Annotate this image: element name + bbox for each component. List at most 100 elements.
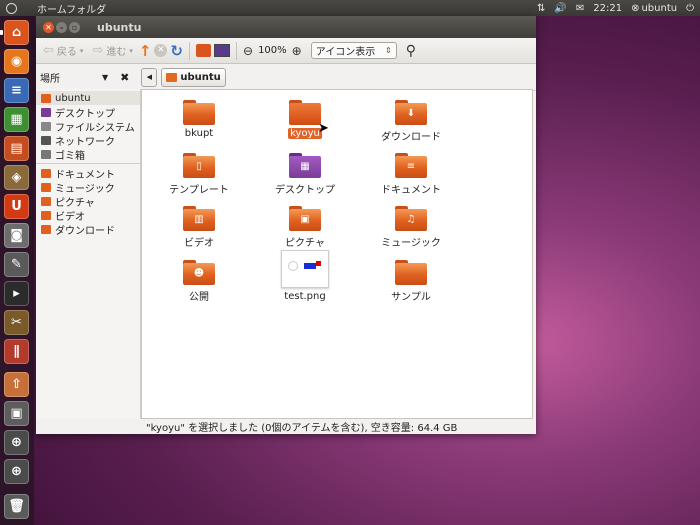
sidebar-item-network[interactable]: ネットワーク [36, 133, 140, 148]
stop-icon[interactable]: ✕ [154, 44, 168, 57]
file-item[interactable]: ▣ ピクチャ [265, 206, 345, 249]
launcher-files-icon[interactable]: ⇧ [4, 372, 29, 397]
launcher-ubuntu-one-icon[interactable]: U [4, 194, 29, 219]
launcher-search-files-icon[interactable]: ⊕ [4, 459, 29, 484]
sidebar-item-documents[interactable]: ドキュメント [36, 166, 140, 181]
places-label[interactable]: 場所 [40, 70, 102, 85]
launcher-settings-icon[interactable]: ✂ [4, 310, 29, 335]
forward-history-chevron-icon[interactable]: ▾ [129, 47, 133, 55]
file-item[interactable]: ▯ テンプレート [159, 153, 239, 196]
sidebar-separator [36, 163, 140, 164]
file-item[interactable]: ▥ ビデオ [159, 206, 239, 249]
search-icon[interactable]: ⚲ [406, 43, 416, 59]
minimize-window-button[interactable]: – [56, 21, 67, 33]
file-name: ミュージック [381, 238, 441, 249]
close-window-button[interactable]: ✕ [43, 21, 54, 33]
close-sidebar-icon[interactable]: ✖ [120, 71, 129, 84]
back-arrow-icon: ⇦ [43, 43, 54, 58]
status-text: "kyoyu" を選択しました (0個のアイテムを含む), 空き容量: 64.4… [146, 423, 458, 434]
home-icon[interactable] [196, 44, 211, 57]
launcher-terminal-icon[interactable]: ▸ [4, 281, 29, 306]
launcher: ⌂ ◉ ≡ ▦ ▤ ◈ U ◙ ✎ ▸ ✂ ∥ ⇧ ▣ ⊕ ⊕ 🗑 [0, 16, 34, 525]
view-mode-select[interactable]: アイコン表示 ⇕ [310, 42, 397, 59]
sidebar-item-downloads[interactable]: ダウンロード [36, 222, 140, 237]
sidebar-item-filesystem[interactable]: ファイルシステム [36, 119, 140, 134]
sidebar-item-videos[interactable]: ビデオ [36, 208, 140, 223]
file-icon-view[interactable]: bkupt kyoyu ⬇ ダウンロード ▯ テンプレート ▦ デスクトップ ≡… [141, 89, 533, 419]
network-indicator-icon[interactable]: ⇅ [537, 3, 545, 14]
sidebar-item-label: ファイルシステム [55, 122, 135, 134]
launcher-search-apps-icon[interactable]: ⊕ [4, 430, 29, 455]
file-item[interactable]: ▦ デスクトップ [265, 153, 345, 196]
home-folder-icon [166, 72, 178, 82]
forward-button[interactable]: ⇨ 進む ▾ [89, 41, 135, 60]
music-folder-icon [41, 182, 51, 192]
file-item[interactable]: test.png [265, 250, 345, 302]
toolbar-separator [236, 41, 237, 60]
content-area: ubuntu デスクトップ ファイルシステム ネットワーク ゴミ箱 ドキュメント… [36, 89, 536, 419]
launcher-software-center-icon[interactable]: ◈ [4, 165, 29, 190]
sidebar-item-pictures[interactable]: ピクチャ [36, 194, 140, 209]
documents-folder-icon [41, 168, 51, 178]
back-button[interactable]: ⇦ 戻る ▾ [40, 41, 86, 60]
file-item[interactable]: サンプル [371, 260, 451, 303]
sidebar-item-label: ubuntu [55, 92, 91, 104]
sidebar-item-label: ミュージック [55, 183, 115, 195]
up-arrow-icon[interactable]: ↑ [139, 42, 152, 60]
volume-icon[interactable]: 🔊 [554, 3, 566, 14]
launcher-pencils-icon[interactable]: ∥ [4, 339, 29, 364]
reload-icon[interactable]: ↻ [170, 42, 183, 60]
trash-icon [41, 149, 51, 159]
maximize-window-button[interactable]: ▫ [69, 21, 80, 33]
breadcrumb-label: ubuntu [180, 71, 221, 83]
sidebar-item-desktop[interactable]: デスクトップ [36, 105, 140, 120]
file-name: bkupt [184, 128, 214, 139]
launcher-text-editor-icon[interactable]: ✎ [4, 252, 29, 277]
user-menu[interactable]: ⊗ ubuntu [631, 3, 677, 14]
view-mode-value: アイコン表示 [315, 47, 376, 58]
downloads-folder-icon: ⬇ [395, 100, 427, 125]
launcher-workspace-switcher-icon[interactable]: ▣ [4, 401, 29, 426]
forward-arrow-icon: ⇨ [92, 43, 104, 58]
launcher-screenshot-icon[interactable]: ◙ [4, 223, 29, 248]
file-name: ダウンロード [381, 132, 441, 143]
file-item-selected[interactable]: kyoyu [265, 100, 345, 139]
launcher-trash-icon[interactable]: 🗑 [4, 494, 29, 519]
file-item[interactable]: ⬇ ダウンロード [371, 100, 451, 143]
file-item[interactable]: ≡ ドキュメント [371, 153, 451, 196]
breadcrumb-back-button[interactable]: ◀ [141, 67, 158, 87]
power-icon[interactable]: ⏻ [686, 3, 694, 14]
back-history-chevron-icon[interactable]: ▾ [80, 47, 84, 55]
file-item[interactable]: bkupt [159, 100, 239, 139]
sidebar-item-trash[interactable]: ゴミ箱 [36, 147, 140, 162]
places-chevron-down-icon[interactable]: ▼ [102, 73, 108, 82]
ubuntu-logo-button[interactable] [3, 0, 19, 16]
sidebar-item-label: ダウンロード [55, 225, 115, 237]
active-app-title: ホームフォルダ [37, 4, 107, 16]
window-titlebar[interactable]: ✕ – ▫ ubuntu [36, 16, 536, 38]
file-item[interactable]: ♫ ミュージック [371, 206, 451, 249]
sidebar-item-music[interactable]: ミュージック [36, 180, 140, 195]
sidebar-item-home[interactable]: ubuntu [36, 91, 140, 105]
file-item[interactable]: ☻ 公開 [159, 260, 239, 303]
mail-icon[interactable]: ✉ [576, 3, 584, 14]
zoom-in-icon[interactable]: ⊕ [292, 44, 302, 58]
file-name: ドキュメント [381, 185, 441, 196]
folder-icon [395, 260, 427, 285]
toolbar-separator [189, 41, 190, 60]
downloads-folder-icon [41, 224, 51, 234]
zoom-out-icon[interactable]: ⊖ [243, 44, 253, 58]
network-icon [41, 135, 51, 145]
file-name: 公開 [189, 292, 209, 303]
places-sidebar: ubuntu デスクトップ ファイルシステム ネットワーク ゴミ箱 ドキュメント… [36, 89, 141, 419]
breadcrumb[interactable]: ubuntu [161, 67, 226, 87]
launcher-firefox-icon[interactable]: ◉ [4, 49, 29, 74]
file-name: サンプル [391, 292, 431, 303]
launcher-home-folder-icon[interactable]: ⌂ [4, 20, 29, 45]
computer-icon[interactable] [214, 44, 230, 57]
launcher-calc-icon[interactable]: ▦ [4, 107, 29, 132]
window-title: ubuntu [97, 20, 142, 34]
launcher-writer-icon[interactable]: ≡ [4, 78, 29, 103]
launcher-impress-icon[interactable]: ▤ [4, 136, 29, 161]
clock[interactable]: 22:21 [593, 3, 622, 14]
